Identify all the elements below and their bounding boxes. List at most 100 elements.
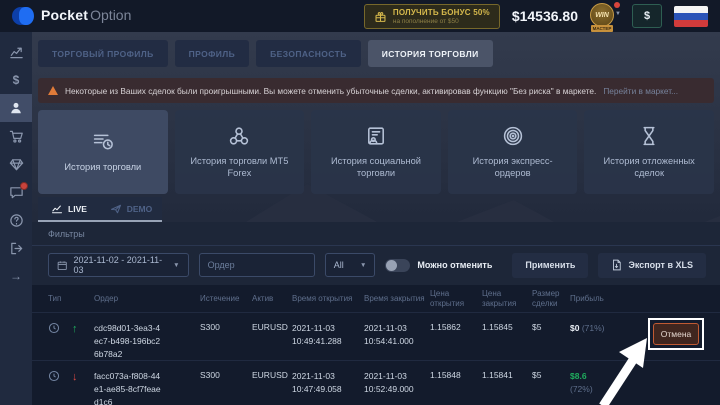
- timer-icon: [48, 322, 60, 336]
- badge-rank-label: МАСТЕР: [591, 25, 613, 32]
- close-price: 1.15841: [482, 370, 532, 380]
- warning-icon: [48, 86, 58, 95]
- direction-down-icon: ↓: [72, 371, 78, 383]
- language-flag-russia[interactable]: [674, 6, 708, 27]
- tab-trading-profile[interactable]: ТОРГОВЫЙ ПРОФИЛЬ: [38, 40, 168, 67]
- asset: EURUSD: [252, 370, 292, 380]
- order-id: cdc98d01-3ea3-4ec7-b498-196bc26b78a2: [94, 322, 164, 360]
- go-to-market-link[interactable]: Перейти в маркет...: [603, 86, 678, 96]
- expiration: S300: [200, 370, 252, 380]
- pocket-option-logo-icon: [12, 6, 34, 26]
- tab-demo[interactable]: DEMO: [100, 197, 162, 220]
- date-range-picker[interactable]: 2021-11-02 - 2021-11-03 ▼: [48, 253, 189, 277]
- asset: EURUSD: [252, 322, 292, 332]
- chevron-down-icon: ▼: [173, 262, 179, 269]
- sidebar-item-chat[interactable]: [0, 178, 32, 206]
- demo-plane-icon: [110, 203, 122, 215]
- brand-name-bold: Pocket: [41, 7, 88, 23]
- trade-row-1: ↑ cdc98d01-3ea3-4ec7-b498-196bc26b78a2 S…: [32, 312, 720, 360]
- tab-trade-history[interactable]: ИСТОРИЯ ТОРГОВЛИ: [368, 40, 493, 67]
- trade-size: $5: [532, 370, 570, 380]
- notification-dot: [614, 2, 620, 8]
- profit-value: $8.6: [570, 370, 644, 383]
- date-range-value: 2021-11-02 - 2021-11-03: [73, 255, 167, 275]
- brand-logo[interactable]: PocketOption: [0, 6, 131, 26]
- tab-security[interactable]: БЕЗОПАСНОСТЬ: [256, 40, 361, 67]
- banner-text: Некоторые из Ваших сделок были проигрышн…: [65, 86, 596, 96]
- logout-icon: [9, 241, 24, 256]
- history-cards: История торговли История торговли MT5 Fo…: [38, 110, 714, 194]
- expiration: S300: [200, 322, 252, 332]
- profile-nav-tabs: ТОРГОВЫЙ ПРОФИЛЬ ПРОФИЛЬ БЕЗОПАСНОСТЬ ИС…: [38, 40, 493, 67]
- sidebar-item-logout[interactable]: [0, 234, 32, 262]
- card-trade-history[interactable]: История торговли: [38, 110, 168, 194]
- sidebar-item-profile[interactable]: [0, 94, 32, 122]
- sidebar-item-trading[interactable]: [0, 38, 32, 66]
- trade-row-2: ↓ facc073a-f808-44e1-ae85-8cf7feaed1c6 S…: [32, 360, 720, 405]
- tab-live[interactable]: LIVE: [38, 197, 100, 220]
- cancellable-toggle[interactable]: [385, 259, 410, 272]
- status-select-value: All: [334, 260, 344, 270]
- top-bar: PocketOption ПОЛУЧИТЬ БОНУС 50% на попол…: [0, 0, 720, 32]
- top-bar-right: ПОЛУЧИТЬ БОНУС 50% на пополнение от $50 …: [364, 2, 720, 30]
- sidebar-item-finance[interactable]: $: [0, 66, 32, 94]
- win-medal-icon: WIN: [590, 3, 614, 27]
- sidebar: $ →: [0, 32, 32, 405]
- status-select[interactable]: All ▼: [325, 253, 376, 277]
- card-pending-trades-history[interactable]: История отложенных сделок: [584, 110, 714, 194]
- profile-icon: [9, 101, 23, 115]
- live-chart-icon: [51, 203, 63, 215]
- table-header-row: Тип Ордер Истечение Актив Время открытия…: [32, 285, 720, 312]
- order-input[interactable]: [208, 260, 306, 270]
- account-balance: $14536.80: [512, 8, 578, 24]
- social-trading-icon: [364, 125, 388, 147]
- chevron-down-icon: ▼: [360, 262, 366, 269]
- apply-button[interactable]: Применить: [512, 253, 588, 278]
- order-search-field: [199, 253, 315, 277]
- profit-value: $0: [570, 323, 579, 333]
- card-express-orders-history[interactable]: История экспресс-ордеров: [448, 110, 578, 194]
- arrow-right-icon: →: [10, 269, 22, 283]
- open-price: 1.15862: [430, 322, 482, 332]
- timer-icon: [48, 370, 60, 384]
- mt5-forex-icon: [227, 125, 251, 147]
- open-price: 1.15848: [430, 370, 482, 380]
- sidebar-item-market[interactable]: [0, 122, 32, 150]
- gift-icon: [374, 10, 387, 23]
- bonus-button[interactable]: ПОЛУЧИТЬ БОНУС 50% на пополнение от $50: [364, 4, 500, 29]
- trades-table: Тип Ордер Истечение Актив Время открытия…: [32, 285, 720, 405]
- export-xls-button[interactable]: Экспорт в XLS: [598, 253, 706, 278]
- card-social-trading-history[interactable]: История социальной торговли: [311, 110, 441, 194]
- bonus-subtitle: на пополнение от $50: [393, 18, 490, 25]
- cart-icon: [9, 129, 24, 144]
- gem-icon: [9, 157, 24, 172]
- line-chart-icon: [9, 45, 24, 60]
- card-mt5-forex-history[interactable]: История торговли MT5 Forex: [175, 110, 305, 194]
- annotation-highlight-box: Отмена: [648, 318, 704, 350]
- sidebar-item-help[interactable]: [0, 206, 32, 234]
- achievement-badge[interactable]: WIN МАСТЕР ▼: [590, 2, 620, 30]
- filters-panel: Фильтры 2021-11-02 - 2021-11-03 ▼ All ▼ …: [32, 222, 720, 285]
- dollar-icon: $: [13, 73, 20, 87]
- sidebar-item-achievements[interactable]: [0, 150, 32, 178]
- cancellable-toggle-label: Можно отменить: [417, 260, 492, 270]
- trade-size: $5: [532, 322, 570, 332]
- profit-percent: (72%): [570, 383, 644, 396]
- cancel-trade-button[interactable]: Отмена: [653, 323, 699, 345]
- bonus-title: ПОЛУЧИТЬ БОНУС 50%: [393, 8, 490, 17]
- calendar-icon: [57, 260, 67, 271]
- profit-percent: (71%): [582, 323, 605, 333]
- direction-up-icon: ↑: [72, 323, 78, 335]
- filters-title: Фильтры: [32, 222, 720, 246]
- filters-controls: 2021-11-02 - 2021-11-03 ▼ All ▼ Можно от…: [32, 246, 720, 284]
- file-export-icon: [611, 259, 622, 271]
- cancellable-toggle-wrap: Можно отменить: [385, 259, 492, 272]
- sidebar-collapse[interactable]: →: [0, 262, 32, 290]
- close-price: 1.15845: [482, 322, 532, 332]
- order-id: facc073a-f808-44e1-ae85-8cf7feaed1c6: [94, 370, 164, 405]
- currency-button[interactable]: $: [632, 4, 662, 28]
- pending-trades-icon: [637, 125, 661, 147]
- help-icon: [9, 213, 24, 228]
- pocket-option-app: PocketOption ПОЛУЧИТЬ БОНУС 50% на попол…: [0, 0, 720, 405]
- tab-profile[interactable]: ПРОФИЛЬ: [175, 40, 250, 67]
